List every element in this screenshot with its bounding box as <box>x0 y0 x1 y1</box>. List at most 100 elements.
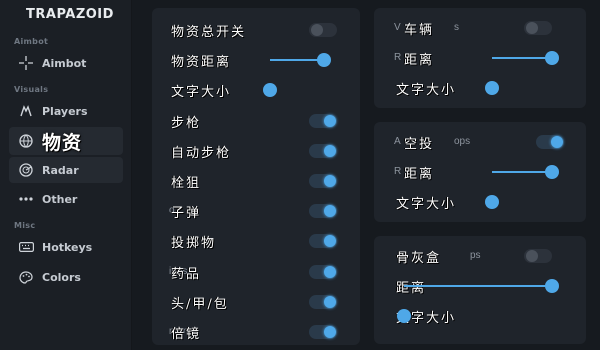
setting-slider[interactable] <box>485 195 552 209</box>
toggle-knob <box>324 265 336 278</box>
sidebar-item-colors[interactable]: Colors <box>9 264 123 290</box>
setting-row: mens 倍镜 <box>152 320 360 344</box>
slider-handle[interactable] <box>317 53 331 68</box>
slider-handle[interactable] <box>545 165 559 179</box>
toggle-knob <box>324 235 336 248</box>
setting-row: 自动步枪 <box>152 139 360 163</box>
section-label-misc: Misc <box>14 221 36 230</box>
sidebar-item-label: Other <box>42 192 78 206</box>
setting-label: 文字大小 <box>171 85 232 101</box>
setting-row: 文字大小 <box>374 190 586 214</box>
setting-slider[interactable] <box>492 165 559 179</box>
slider-handle[interactable] <box>545 279 559 293</box>
sidebar-item-loot[interactable]: 物资 <box>9 127 123 155</box>
setting-label: 自动步枪 <box>171 145 232 161</box>
sidebar-item-label: Hotkeys <box>42 240 93 254</box>
sidebar-item-label: 物资 <box>42 131 83 154</box>
setting-row: 文字大小 <box>374 304 586 328</box>
setting-label: 骨灰盒 <box>396 251 442 266</box>
slider-fill <box>492 171 552 173</box>
setting-label: 子弹 <box>171 206 202 222</box>
setting-toggle[interactable] <box>309 113 337 128</box>
sidebar-item-radar[interactable]: Radar <box>9 157 123 183</box>
setting-ghost-text: ops <box>454 136 471 147</box>
setting-row: V 车辆 s <box>374 16 586 40</box>
section-label-aimbot: Aimbot <box>14 37 49 46</box>
setting-slider[interactable] <box>485 81 552 95</box>
players-icon <box>17 104 35 118</box>
palette-icon <box>17 270 35 284</box>
toggle-knob <box>551 136 563 148</box>
setting-toggle[interactable] <box>309 143 337 158</box>
globe-icon <box>17 134 35 148</box>
setting-toggle[interactable] <box>309 23 337 37</box>
setting-label: 距离 <box>404 53 435 68</box>
radar-icon <box>17 163 35 177</box>
setting-toggle[interactable] <box>524 249 552 263</box>
sidebar-item-label: Colors <box>42 270 81 284</box>
setting-row: 文字大小 <box>152 78 360 102</box>
toggle-knob <box>324 175 336 187</box>
setting-ghost-text: V <box>394 22 401 33</box>
setting-label: 物资总开关 <box>171 25 247 40</box>
slider-handle[interactable] <box>263 83 277 98</box>
more-icon <box>17 192 35 206</box>
brand-logo: TRAPAZOID <box>26 7 114 22</box>
setting-slider[interactable] <box>397 309 552 323</box>
setting-label: 距离 <box>404 167 435 182</box>
setting-ghost-text: s <box>454 22 459 33</box>
setting-toggle[interactable] <box>309 174 337 188</box>
crosshair-icon <box>17 56 35 70</box>
sidebar-item-hotkeys[interactable]: Hotkeys <box>9 234 123 260</box>
sidebar-item-players[interactable]: Players <box>9 98 123 124</box>
setting-toggle[interactable] <box>309 204 337 219</box>
setting-slider[interactable] <box>404 279 559 293</box>
toggle-knob <box>324 144 336 157</box>
setting-row: 距离 <box>374 274 586 298</box>
setting-label: 物资距离 <box>171 55 232 71</box>
slider-handle[interactable] <box>485 195 499 209</box>
setting-row: 投掷物 <box>152 229 360 253</box>
setting-row: R 距离 <box>374 160 586 184</box>
setting-row: 头/甲/包 <box>152 290 360 314</box>
setting-label: 文字大小 <box>396 83 457 98</box>
setting-label: 药品 <box>171 266 202 282</box>
slider-handle[interactable] <box>485 81 499 95</box>
setting-slider[interactable] <box>270 53 331 68</box>
toggle-knob <box>324 114 336 127</box>
setting-toggle[interactable] <box>309 294 337 309</box>
setting-label: 车辆 <box>404 23 435 38</box>
setting-row: 骨灰盒 ps <box>374 244 586 268</box>
toggle-knob <box>526 250 538 262</box>
keyboard-icon <box>17 240 35 254</box>
setting-label: 栓狙 <box>171 176 202 191</box>
deathboxes-panel: 骨灰盒 ps 距离文字大小 <box>374 236 586 344</box>
setting-label: 投掷物 <box>171 236 217 252</box>
setting-slider[interactable] <box>263 83 324 98</box>
setting-row: R 距离 <box>374 46 586 70</box>
sidebar-item-label: Players <box>42 104 88 118</box>
setting-row: 物资距离 <box>152 48 360 72</box>
setting-toggle[interactable] <box>536 135 564 149</box>
sidebar: TRAPAZOID Aimbot Aimbot Visuals Players … <box>0 0 132 350</box>
setting-label: 空投 <box>404 137 435 152</box>
setting-toggle[interactable] <box>309 264 337 279</box>
section-label-visuals: Visuals <box>14 85 49 94</box>
setting-slider[interactable] <box>492 51 559 65</box>
vehicles-panel: V 车辆 s R 距离文字大小 <box>374 8 586 108</box>
slider-handle[interactable] <box>397 309 411 323</box>
sidebar-item-label: Aimbot <box>42 56 87 70</box>
slider-handle[interactable] <box>545 51 559 65</box>
setting-toggle[interactable] <box>309 325 337 339</box>
toggle-knob <box>324 205 336 218</box>
setting-row: ines 药品 <box>152 260 360 284</box>
setting-row: 栓狙 <box>152 169 360 193</box>
setting-toggle[interactable] <box>524 21 552 35</box>
setting-row: 文字大小 <box>374 76 586 100</box>
sidebar-item-other[interactable]: Other <box>9 186 123 212</box>
setting-toggle[interactable] <box>309 234 337 249</box>
toggle-knob <box>324 326 336 338</box>
setting-row: 物资总开关 <box>152 18 360 42</box>
sidebar-item-aimbot[interactable]: Aimbot <box>9 50 123 76</box>
setting-label: 倍镜 <box>171 327 202 342</box>
